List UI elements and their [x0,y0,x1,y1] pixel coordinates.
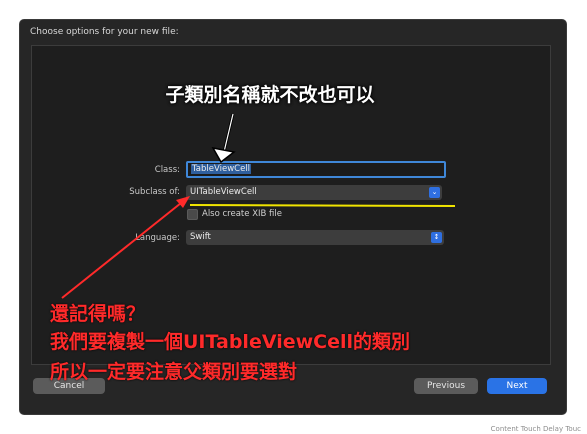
annotation-red-line-3: 所以一定要注意父類別要選對 [50,361,298,383]
subclass-select-value: UITableViewCell [190,187,257,197]
annotation-top-note: 子類別名稱就不改也可以 [165,84,375,106]
language-label: Language: [135,233,180,243]
next-button[interactable]: Next [487,378,547,394]
dialog-title: Choose options for your new file: [30,27,179,37]
class-label: Class: [154,165,180,175]
xib-checkbox[interactable] [187,209,198,220]
subclass-select[interactable]: UITableViewCell ⌄ [186,185,442,200]
language-select-value: Swift [190,232,211,242]
background-fragment: Content Touch Delay Touc [490,425,581,433]
chevron-down-icon: ⌄ [429,187,440,198]
language-select[interactable]: Swift ↕ [186,230,444,245]
updown-chevron-icon: ↕ [431,232,442,243]
class-input[interactable]: TableViewCell [186,161,446,178]
annotation-red-line-1: 還記得嗎？ [50,303,146,325]
annotation-red-line-2: 我們要複製一個UITableViewCell的類別 [50,331,411,353]
subclass-label: Subclass of: [129,187,180,197]
class-input-value: TableViewCell [191,164,252,174]
previous-button[interactable]: Previous [414,378,478,394]
xib-checkbox-label: Also create XIB file [202,209,282,219]
